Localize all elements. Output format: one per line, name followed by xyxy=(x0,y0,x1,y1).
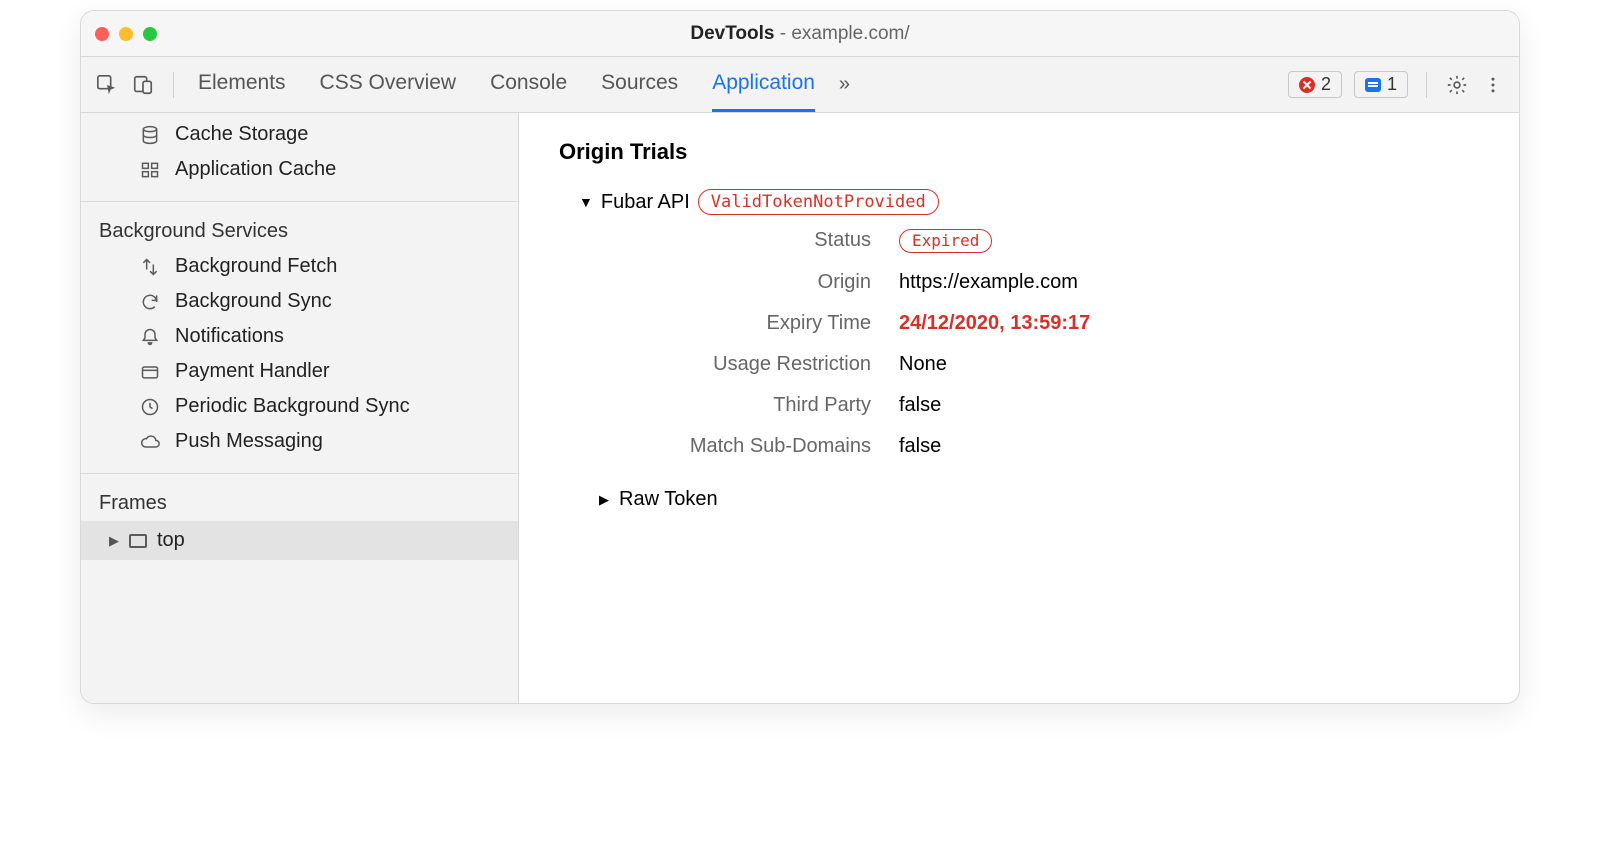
sidebar-item-payment-handler[interactable]: Payment Handler xyxy=(81,354,518,389)
database-icon xyxy=(139,124,161,146)
toolbar-separator xyxy=(173,72,174,98)
usage-value: None xyxy=(899,353,1479,376)
expired-pill: Expired xyxy=(899,229,992,253)
sidebar-item-periodic-sync[interactable]: Periodic Background Sync xyxy=(81,389,518,424)
sidebar-item-label: Notifications xyxy=(175,325,284,348)
panel-tabs: Elements CSS Overview Console Sources Ap… xyxy=(198,57,815,112)
trial-row[interactable]: ▼ Fubar API ValidTokenNotProvided xyxy=(579,189,1479,215)
sidebar-item-notifications[interactable]: Notifications xyxy=(81,319,518,354)
tab-css-overview[interactable]: CSS Overview xyxy=(320,57,457,112)
expiry-value: 24/12/2020, 13:59:17 xyxy=(899,312,1479,335)
expiry-label: Expiry Time xyxy=(599,312,899,335)
collapse-triangle-icon[interactable]: ▼ xyxy=(579,194,593,210)
title-url: example.com/ xyxy=(791,23,909,44)
window-title: DevTools - example.com/ xyxy=(81,23,1519,45)
frames-top-label: top xyxy=(157,529,185,552)
sidebar-item-push-messaging[interactable]: Push Messaging xyxy=(81,424,518,459)
error-icon xyxy=(1299,77,1315,93)
errors-count: 2 xyxy=(1321,74,1331,95)
messages-badge[interactable]: 1 xyxy=(1354,71,1408,98)
status-label: Status xyxy=(599,229,899,253)
window-controls xyxy=(95,27,157,41)
minimize-window-button[interactable] xyxy=(119,27,133,41)
sidebar-header-frames: Frames xyxy=(81,482,518,521)
title-app: DevTools xyxy=(690,23,774,44)
frames-top-item[interactable]: ▶ top xyxy=(81,521,518,560)
transfer-icon xyxy=(139,256,161,278)
raw-token-row[interactable]: ▶ Raw Token xyxy=(599,488,1479,511)
expand-triangle-icon[interactable]: ▶ xyxy=(599,492,609,508)
sidebar-item-cache-storage[interactable]: Cache Storage xyxy=(81,117,518,152)
close-window-button[interactable] xyxy=(95,27,109,41)
third-party-value: false xyxy=(899,394,1479,417)
application-sidebar: Cache Storage Application Cache Backgrou… xyxy=(81,113,519,703)
devtools-toolbar: Elements CSS Overview Console Sources Ap… xyxy=(81,57,1519,113)
expand-triangle-icon[interactable]: ▶ xyxy=(109,533,119,549)
sidebar-item-label: Background Fetch xyxy=(175,255,337,278)
tab-application[interactable]: Application xyxy=(712,57,815,112)
sidebar-item-application-cache[interactable]: Application Cache xyxy=(81,152,518,187)
more-options-icon[interactable] xyxy=(1481,73,1505,97)
tab-sources[interactable]: Sources xyxy=(601,57,678,112)
trial-name: Fubar API xyxy=(601,191,690,214)
sidebar-item-label: Background Sync xyxy=(175,290,332,313)
status-value: Expired xyxy=(899,229,1479,253)
device-toggle-icon[interactable] xyxy=(131,73,155,97)
clock-icon xyxy=(139,396,161,418)
sidebar-header-background: Background Services xyxy=(81,210,518,249)
usage-label: Usage Restriction xyxy=(599,353,899,376)
sidebar-item-label: Payment Handler xyxy=(175,360,330,383)
trial-details: Status Expired Origin https://example.co… xyxy=(599,229,1479,458)
sidebar-item-background-sync[interactable]: Background Sync xyxy=(81,284,518,319)
titlebar: DevTools - example.com/ xyxy=(81,11,1519,57)
match-subdomains-value: false xyxy=(899,435,1479,458)
sidebar-item-label: Push Messaging xyxy=(175,430,323,453)
inspect-element-icon[interactable] xyxy=(95,73,119,97)
cloud-icon xyxy=(139,431,161,453)
origin-value: https://example.com xyxy=(899,271,1479,294)
origin-label: Origin xyxy=(599,271,899,294)
sidebar-group-frames: Frames ▶ top xyxy=(81,474,518,574)
bell-icon xyxy=(139,326,161,348)
frame-icon xyxy=(129,534,147,548)
tab-console[interactable]: Console xyxy=(490,57,567,112)
errors-badge[interactable]: 2 xyxy=(1288,71,1342,98)
settings-icon[interactable] xyxy=(1445,73,1469,97)
sidebar-group-background: Background Services Background Fetch Bac… xyxy=(81,202,518,474)
message-icon xyxy=(1365,78,1381,92)
sidebar-item-label: Cache Storage xyxy=(175,123,308,146)
devtools-window: DevTools - example.com/ Elements CSS Ove… xyxy=(80,10,1520,704)
sidebar-item-background-fetch[interactable]: Background Fetch xyxy=(81,249,518,284)
page-title: Origin Trials xyxy=(559,139,1479,165)
origin-trials-panel: Origin Trials ▼ Fubar API ValidTokenNotP… xyxy=(519,113,1519,703)
card-icon xyxy=(139,361,161,383)
sidebar-item-label: Application Cache xyxy=(175,158,336,181)
more-tabs-icon[interactable]: » xyxy=(833,73,856,96)
sidebar-item-label: Periodic Background Sync xyxy=(175,395,410,418)
panel-body: Cache Storage Application Cache Backgrou… xyxy=(81,113,1519,703)
trial-status-pill: ValidTokenNotProvided xyxy=(698,189,939,215)
match-subdomains-label: Match Sub-Domains xyxy=(599,435,899,458)
third-party-label: Third Party xyxy=(599,394,899,417)
sidebar-group-cache: Cache Storage Application Cache xyxy=(81,113,518,202)
raw-token-label: Raw Token xyxy=(619,488,718,511)
sync-icon xyxy=(139,291,161,313)
grid-icon xyxy=(139,159,161,181)
toolbar-separator xyxy=(1426,72,1427,98)
tab-elements[interactable]: Elements xyxy=(198,57,286,112)
zoom-window-button[interactable] xyxy=(143,27,157,41)
title-sep: - xyxy=(774,23,791,44)
messages-count: 1 xyxy=(1387,74,1397,95)
